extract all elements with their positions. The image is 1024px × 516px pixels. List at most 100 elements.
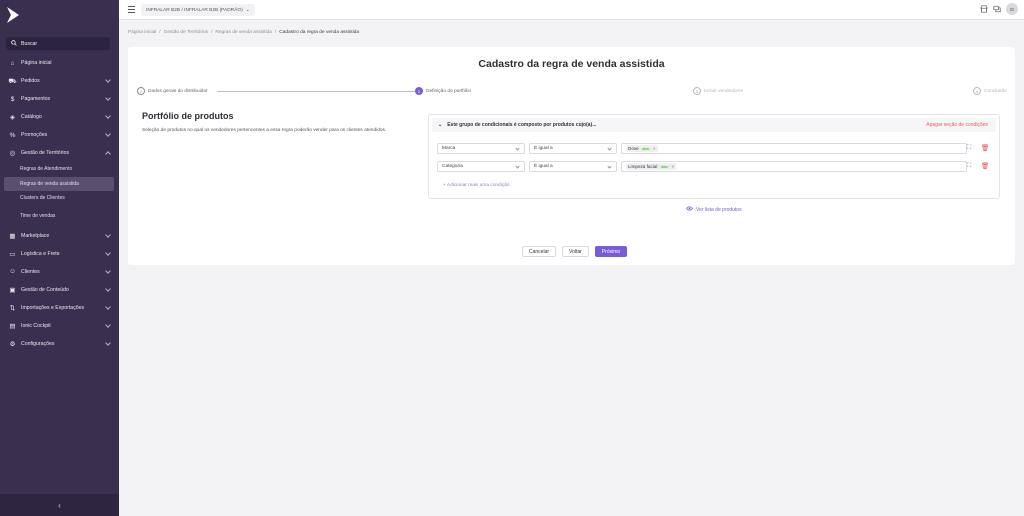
cockpit-icon: ▤ (9, 322, 16, 330)
cancel-button[interactable]: Cancelar (522, 246, 557, 257)
transfer-icon: ⇅ (9, 304, 16, 312)
sidebar-item-cockpit[interactable]: ▤ Ionic Cockpit (0, 317, 119, 335)
sidebar-item-logistics[interactable]: ▭ Logística e Frete (0, 245, 119, 263)
chevron-down-icon (105, 131, 111, 137)
sidebar-item-import-export[interactable]: ⇅ Importações e Exportações (0, 299, 119, 317)
condition-group: ⌄ Este grupo de condicionais é composto … (428, 114, 1000, 199)
step-number: 2 (415, 87, 423, 95)
breadcrumb-separator: / (159, 30, 161, 35)
sidebar-item-promotions[interactable]: % Promoções (0, 126, 119, 144)
step-label: Conclusão (984, 88, 1007, 94)
chip-label: Limpeza facial (628, 164, 658, 169)
chevron-down-icon (515, 146, 520, 151)
logo-icon[interactable] (5, 6, 21, 24)
chevron-down-icon (105, 285, 111, 292)
account-selector[interactable]: INFRALAR B2B / INFRALAR B2B (PADRÃO) ⌄ (141, 4, 255, 16)
sidebar-subitem-service-rules[interactable]: Regras de Atendimento (0, 162, 119, 177)
sidebar-nav: ⌂ Página inicial ⛟ Pedidos $ Pagamentos … (0, 54, 119, 353)
status-badge: ativo (640, 146, 651, 151)
chevron-down-icon (105, 77, 111, 83)
view-products-label: Ver lista de produtos (696, 206, 742, 213)
sidebar-item-marketplace[interactable]: ▦ Marketplace (0, 227, 119, 245)
value-multiselect[interactable]: Limpeza facial ativo × (621, 161, 967, 172)
store-icon: ▦ (9, 232, 16, 240)
condition-group-title: Este grupo de condicionais é composto po… (447, 122, 597, 128)
topbar: INFRALAR B2B / INFRALAR B2B (PADRÃO) ⌄ I… (119, 0, 1024, 20)
operator-select[interactable]: É igual a (529, 161, 617, 172)
page-title: Cadastro da regra de venda assistida (478, 58, 665, 70)
back-button[interactable]: Voltar (562, 246, 589, 257)
sidebar-item-label: Logística e Frete (21, 250, 60, 257)
section-title: Portfólio de produtos (142, 111, 234, 121)
breadcrumb: Página inicial / Gestão de Territórios / R… (128, 30, 359, 35)
store-icon[interactable] (980, 5, 988, 13)
step-connector (217, 91, 415, 92)
expand-icon[interactable]: ⛶ (967, 163, 971, 170)
next-button[interactable]: Próximo (594, 246, 628, 257)
search-input[interactable]: Buscar (6, 37, 110, 50)
sidebar-item-label: Importações e Exportações (21, 304, 85, 311)
remove-group-link[interactable]: Apagar seção de condições (926, 122, 988, 128)
view-products-link[interactable]: Ver lista de produtos (686, 206, 742, 213)
chevron-down-icon (105, 231, 111, 238)
avatar[interactable]: IG (1006, 3, 1018, 15)
step-number: 4 (973, 87, 981, 95)
sidebar-item-payments[interactable]: $ Pagamentos (0, 90, 119, 108)
trash-icon[interactable]: 🗑 (981, 144, 989, 152)
step-label: Definição do portfólio (426, 88, 472, 94)
step-label: Dados gerais do distribuidor (148, 88, 208, 94)
expand-icon[interactable]: ⛶ (967, 145, 971, 152)
sidebar-item-settings[interactable]: ⚙ Configurações (0, 335, 119, 353)
sidebar-item-label: Pagamentos (21, 96, 51, 102)
topbar-actions: IG (980, 3, 1018, 15)
users-icon: ☺ (9, 268, 16, 275)
sidebar-item-clients[interactable]: ☺ Clientes (0, 263, 119, 281)
chevron-down-icon (105, 321, 111, 328)
section-description: Seleção de produtos no qual os vendedore… (142, 128, 387, 133)
sidebar-item-label: Marketplace (21, 232, 50, 239)
sidebar-subitem-sales-team[interactable]: Time de vendas (0, 206, 119, 227)
add-condition-link[interactable]: + Adicionar mais uma condição (443, 183, 510, 188)
trash-icon[interactable]: 🗑 (981, 162, 989, 170)
percent-icon: % (9, 131, 16, 139)
menu-icon[interactable] (128, 6, 135, 13)
breadcrumb-territories[interactable]: Gestão de Territórios (164, 30, 208, 35)
condition-group-header[interactable]: ⌄ Este grupo de condicionais é composto … (432, 118, 996, 132)
field-select[interactable]: Marca (437, 143, 525, 154)
sidebar-subitem-client-clusters[interactable]: Clusters de Clientes (0, 191, 119, 206)
operator-value: É igual a (534, 164, 553, 169)
value-chip: Limpeza facial ativo × (626, 163, 677, 170)
sidebar-item-catalog[interactable]: ◈ Catálogo (0, 108, 119, 126)
step-number: 3 (693, 87, 701, 95)
form-card: Cadastro da regra de venda assistida ✓ D… (128, 47, 1015, 265)
close-icon[interactable]: × (653, 146, 656, 151)
sidebar-item-orders[interactable]: ⛟ Pedidos (0, 72, 119, 90)
sidebar-item-label: Clientes (21, 268, 40, 275)
step-general-data[interactable]: ✓ Dados gerais do distribuidor (137, 87, 208, 95)
chevron-down-icon[interactable]: ⌄ (438, 122, 442, 128)
sidebar-item-content[interactable]: ▣ Gestão de Conteúdo (0, 281, 119, 299)
breadcrumb-home[interactable]: Página inicial (128, 30, 156, 35)
operator-select[interactable]: É igual a (529, 143, 617, 154)
sidebar-item-label: Pedidos (21, 78, 40, 84)
content-icon: ▣ (9, 286, 16, 294)
close-icon[interactable]: × (672, 164, 675, 169)
sidebar-item-territories[interactable]: ◎ Gestão de Territórios (0, 144, 119, 162)
step-conclusion[interactable]: 4 Conclusão (973, 87, 1007, 95)
field-select[interactable]: Categoria (437, 161, 525, 172)
status-badge: ativo (659, 164, 670, 169)
tag-icon: ◈ (10, 114, 15, 121)
collapse-sidebar-button[interactable]: ‹ (0, 494, 119, 516)
chevron-down-icon (607, 146, 612, 151)
step-sellers[interactable]: 3 Incluir vendedores (693, 87, 743, 95)
value-multiselect[interactable]: Dove ativo × (621, 143, 967, 154)
chevron-down-icon (105, 113, 111, 119)
sidebar-item-home[interactable]: ⌂ Página inicial (0, 54, 119, 72)
eye-icon (686, 206, 693, 213)
sidebar-subitem-assisted-sale-rules[interactable]: Regras de venda assistida (4, 176, 114, 191)
step-portfolio[interactable]: 2 Definição do portfólio (415, 87, 471, 95)
sidebar-item-label: Ionic Cockpit (21, 322, 51, 329)
breadcrumb-assisted-sale-rules[interactable]: Regras de venda assistida (215, 30, 272, 35)
chat-icon[interactable] (993, 5, 1001, 13)
map-icon: ◎ (9, 150, 16, 157)
